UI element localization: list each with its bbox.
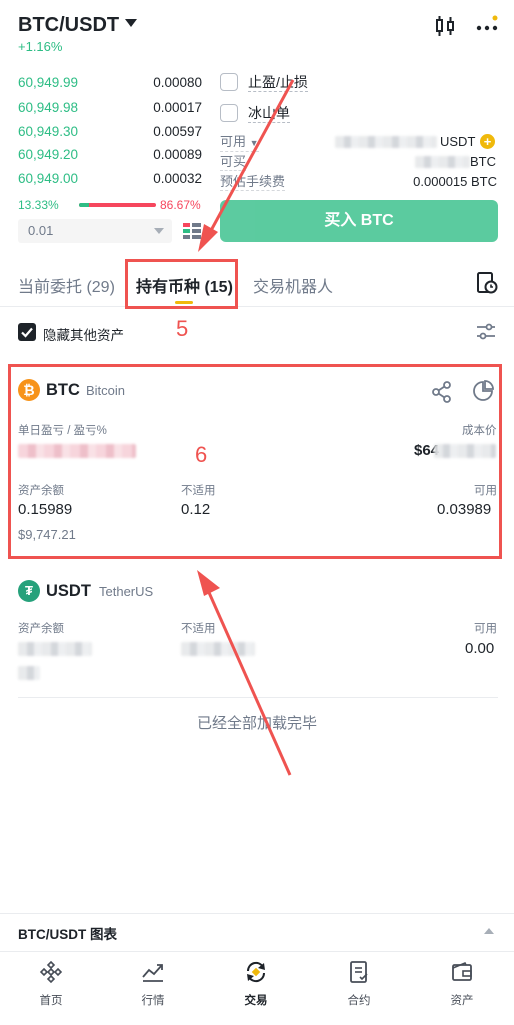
futures-document-icon bbox=[350, 961, 368, 983]
nav-assets[interactable]: 资产 bbox=[411, 952, 513, 1025]
nav-home-label: 首页 bbox=[39, 995, 63, 1007]
markets-chart-icon bbox=[142, 964, 163, 982]
home-icon bbox=[39, 960, 63, 984]
nav-markets[interactable]: 行情 bbox=[102, 952, 204, 1025]
wallet-icon bbox=[452, 961, 472, 981]
annotation-arrows bbox=[197, 79, 295, 776]
chevron-up-icon[interactable] bbox=[484, 928, 494, 934]
nav-assets-label: 资产 bbox=[450, 995, 474, 1007]
nav-trade[interactable]: 交易 bbox=[205, 952, 307, 1025]
bottom-nav: 首页 行情 交易 合约 资产 bbox=[0, 951, 514, 1025]
nav-home[interactable]: 首页 bbox=[0, 952, 102, 1025]
chart-title: BTC/USDT 图表 bbox=[18, 927, 117, 942]
nav-trade-label: 交易 bbox=[244, 995, 268, 1007]
nav-futures[interactable]: 合约 bbox=[308, 952, 410, 1025]
trade-swap-icon bbox=[246, 961, 266, 983]
nav-futures-label: 合约 bbox=[347, 995, 371, 1007]
nav-markets-label: 行情 bbox=[141, 995, 165, 1007]
